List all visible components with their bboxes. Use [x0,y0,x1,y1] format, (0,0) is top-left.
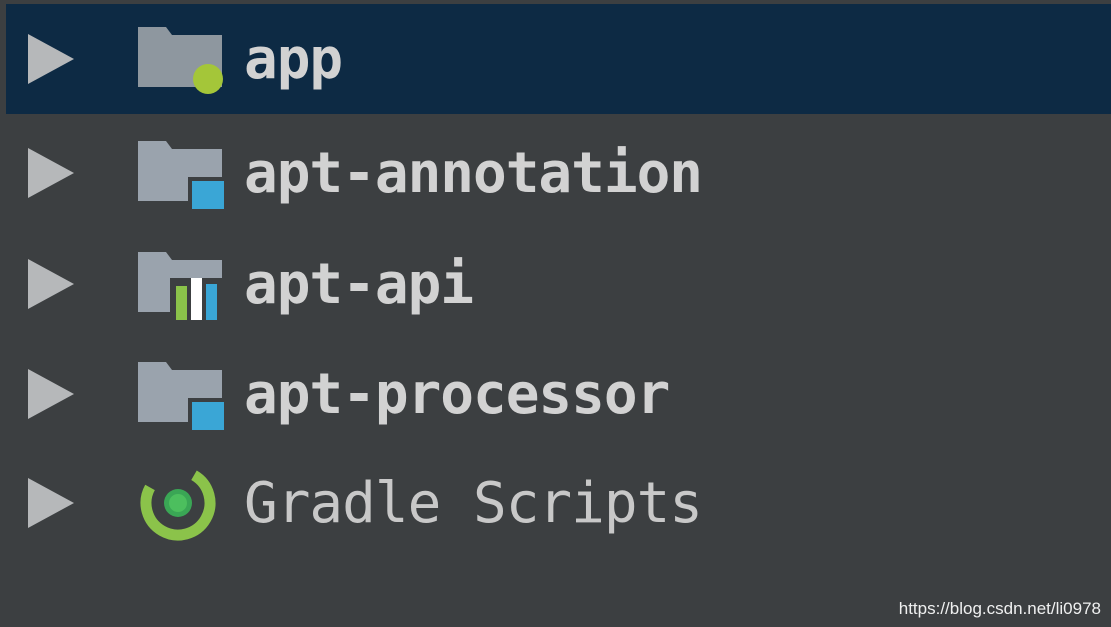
tree-item-app[interactable]: app [6,4,1111,114]
tree-item-apt-api[interactable]: apt-api [0,229,1111,339]
tree-item-apt-annotation[interactable]: apt-annotation [0,118,1111,228]
tree-item-gradle-scripts[interactable]: Gradle Scripts [0,448,1111,558]
tree-item-label: Gradle Scripts [244,470,703,536]
tree-item-label: apt-processor [244,361,670,427]
watermark: https://blog.csdn.net/li0978 [898,599,1101,618]
expand-arrow-icon[interactable] [28,478,74,528]
expand-arrow-icon[interactable] [28,148,74,198]
library-module-folder-icon [138,252,226,320]
tree-item-label: apt-annotation [244,140,703,206]
gradle-icon [140,465,216,541]
tree-item-label: app [244,26,343,92]
expand-arrow-icon[interactable] [28,259,74,309]
project-tree: app apt-annotation apt-api apt-processor… [0,0,1111,627]
expand-arrow-icon[interactable] [28,369,74,419]
java-module-folder-icon [138,141,224,209]
tree-item-label: apt-api [244,251,474,317]
java-module-folder-icon [138,362,224,430]
expand-arrow-icon[interactable] [28,34,74,84]
android-module-folder-icon [138,27,223,94]
tree-item-apt-processor[interactable]: apt-processor [0,339,1111,449]
